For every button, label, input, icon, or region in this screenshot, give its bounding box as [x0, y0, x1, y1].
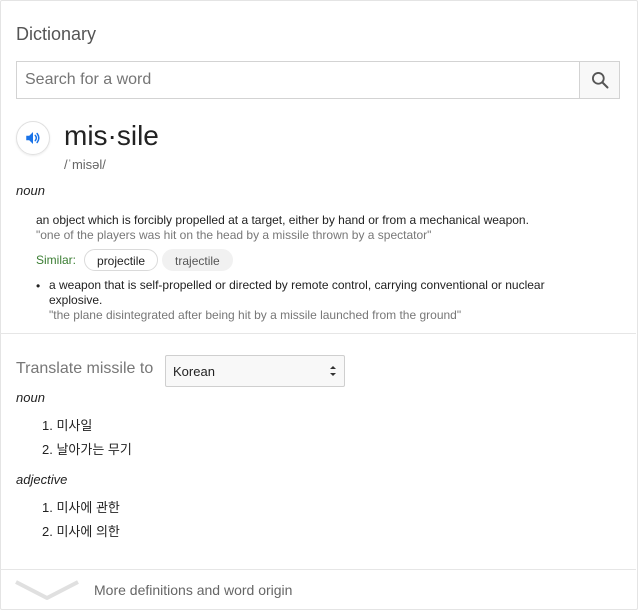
similar-label: Similar: [36, 253, 77, 267]
example-1: "one of the players was hit on the head … [36, 228, 432, 242]
similar-words: Similar: projectile trajectile [36, 249, 237, 271]
translation-item: 1. 미사에 관한 [42, 500, 120, 515]
card-title: Dictionary [16, 24, 97, 44]
section-divider [0, 333, 636, 334]
headword: mis·sile [64, 120, 159, 151]
bullet-marker: • [36, 279, 41, 293]
more-definitions-link[interactable]: More definitions and word origin [94, 582, 292, 598]
similar-chip-projectile[interactable]: projectile [84, 249, 159, 271]
definition-1: an object which is forcibly propelled at… [36, 213, 529, 227]
translation-pos-adjective: adjective [16, 472, 68, 487]
translation-item: 2. 미사에 의한 [42, 524, 120, 539]
search-button[interactable] [579, 62, 619, 98]
footer-divider [0, 569, 636, 570]
language-selected: Korean [173, 363, 215, 379]
part-of-speech: noun [16, 183, 45, 198]
translation-list-noun: 1. 미사일 2. 날아가는 무기 [42, 417, 132, 465]
translation-pos-noun: noun [16, 390, 45, 405]
similar-chip-trajectile[interactable]: trajectile [162, 249, 233, 271]
definition-2-line2: explosive. [49, 293, 103, 307]
search-box [16, 61, 620, 99]
translation-list-adjective: 1. 미사에 관한 2. 미사에 의한 [42, 499, 120, 547]
chevron-down-icon [15, 580, 79, 600]
language-select[interactable]: Korean [165, 355, 345, 387]
translation-item: 1. 미사일 [42, 418, 93, 433]
phonetic: /ˈmisəl/ [64, 157, 106, 172]
translation-item: 2. 날아가는 무기 [42, 442, 132, 457]
search-input[interactable] [17, 62, 579, 98]
translate-label: Translate missile to [16, 360, 154, 377]
search-icon [591, 72, 608, 89]
more-definitions-toggle[interactable] [14, 578, 80, 607]
example-2: "the plane disintegrated after being hit… [49, 308, 462, 322]
definition-2-line1: a weapon that is self-propelled or direc… [49, 278, 545, 292]
pronounce-button[interactable] [16, 121, 50, 155]
speaker-icon [26, 132, 40, 144]
select-arrows-icon [330, 366, 336, 376]
